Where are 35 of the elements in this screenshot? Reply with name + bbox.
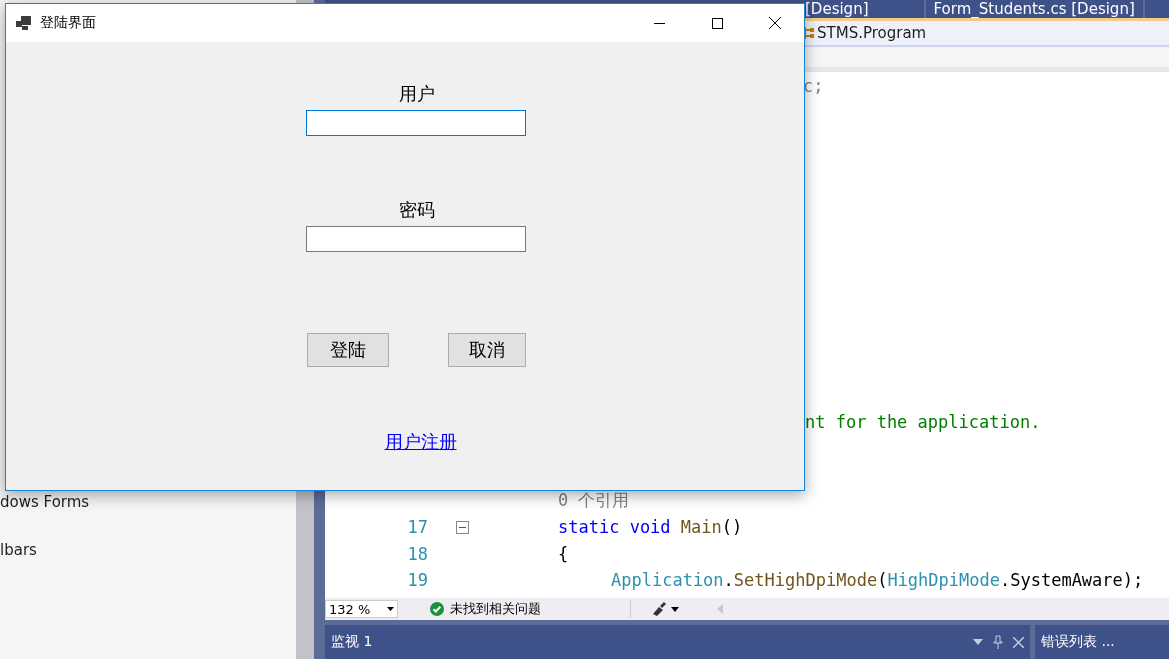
class-icon [803,26,815,40]
minimize-icon [653,22,665,24]
line-number: 18 [406,543,428,564]
close-icon [769,17,781,29]
dialog-button[interactable]: 登陆 [307,333,389,367]
dialog-button[interactable]: 取消 [448,333,526,367]
code-line: 0 个引用 [558,489,630,513]
collapse-icon[interactable] [456,520,469,534]
code-line: static void Main() [558,517,743,538]
code-line: Application.SetHighDpiMode(HighDpiMode.SystemAware); [610,569,1144,590]
code-line: nt for the application. [804,412,1041,433]
field-label: 密码 [398,198,435,222]
code-line: c; [802,76,824,97]
toolbox-item[interactable]: dows Forms [0,493,296,511]
register-link[interactable]: 用户注册 [384,430,457,454]
code-line: { [558,543,569,564]
check-icon [430,602,444,616]
field-label: 用户 [398,82,435,106]
toolbox-item[interactable]: lbars [0,541,296,559]
panel-header[interactable]: 错误列表 ... [1035,625,1169,659]
panel-header[interactable]: 监视 1 [325,625,1030,659]
brush-icon[interactable] [651,602,679,616]
text-field[interactable] [306,226,526,252]
maximize-icon [711,17,723,29]
window-title: 登陆界面 [40,14,97,32]
line-number: 17 [406,517,428,538]
issues-status[interactable]: 未找到相关问题 [450,600,541,618]
text-field[interactable] [306,110,526,136]
app-icon [16,16,32,30]
line-number: 19 [406,569,428,590]
close-icon[interactable] [1013,636,1024,648]
caret-icon [387,607,394,611]
dropdown-icon[interactable] [973,639,983,645]
pin-icon[interactable] [993,635,1003,649]
zoom-dropdown[interactable]: 132 % [325,600,398,618]
